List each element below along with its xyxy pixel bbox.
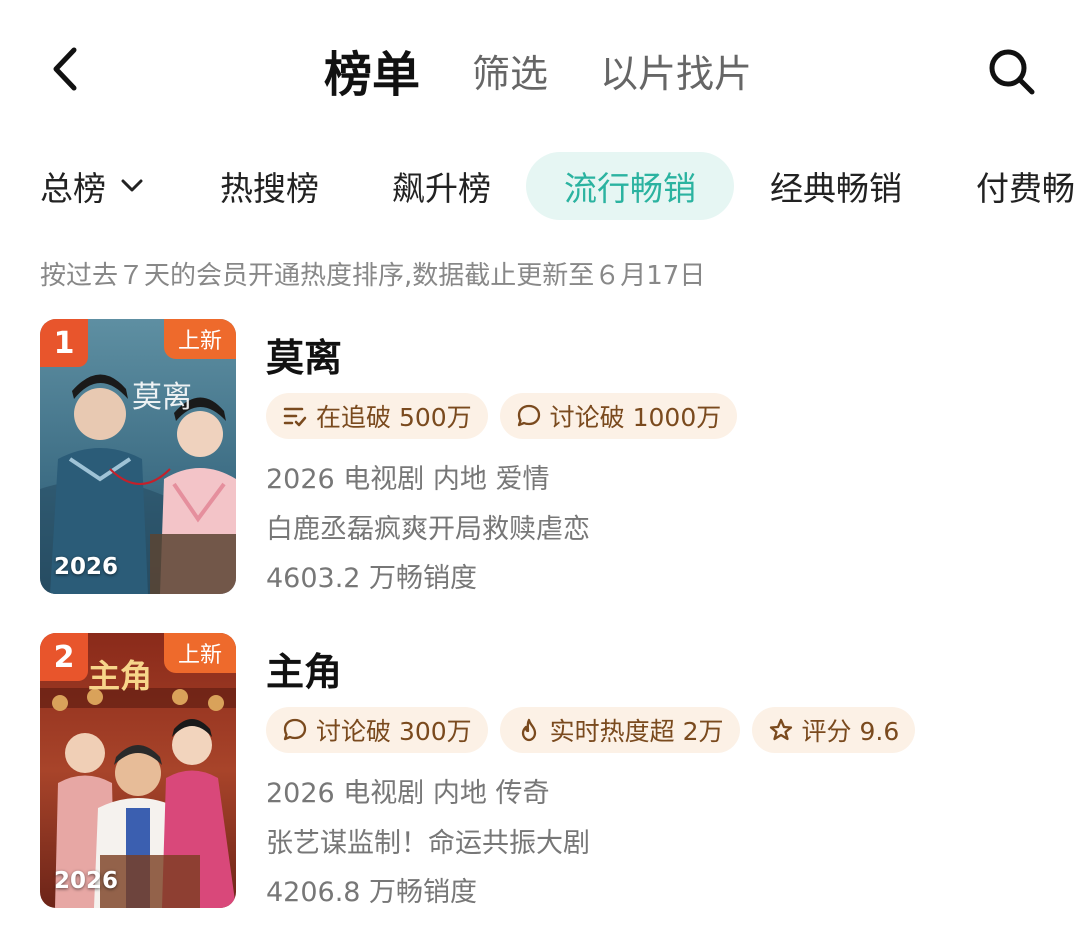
list-check-icon [282, 403, 308, 429]
poster[interactable]: 莫离 1 上新 2026 [40, 319, 236, 594]
rank-badge: 1 [40, 319, 88, 367]
category-popular-selling[interactable]: 流行畅销 [526, 152, 734, 220]
category-all[interactable]: 总榜 [40, 152, 144, 220]
badge-text: 讨论破 300万 [316, 717, 472, 746]
tracking-badge: 在追破 500万 [266, 393, 488, 439]
item-sales: 4603.2 万畅销度 [266, 563, 478, 594]
tab-find-by-film[interactable]: 以片找片 [600, 43, 752, 98]
item-title[interactable]: 莫离 [266, 327, 342, 382]
item-title[interactable]: 主角 [266, 641, 342, 696]
item-meta: 2026 电视剧 内地 爱情 [266, 464, 550, 495]
ranking-note: 按过去７天的会员开通热度排序,数据截止更新至６月17日 [40, 261, 706, 291]
badge-row: 在追破 500万 讨论破 1000万 [266, 393, 738, 439]
star-icon [768, 717, 794, 743]
item-meta: 2026 电视剧 内地 传奇 [266, 778, 550, 809]
category-rising[interactable]: 飙升榜 [392, 152, 491, 220]
discussion-badge: 讨论破 1000万 [499, 393, 738, 439]
poster-title-art: 莫离 [132, 380, 192, 415]
category-bar: 总榜 热搜榜 飙升榜 流行畅销 经典畅销 付费畅 [0, 152, 1080, 222]
tab-filter[interactable]: 筛选 [472, 43, 548, 98]
badge-text: 在追破 500万 [316, 403, 472, 432]
category-label: 总榜 [40, 169, 106, 208]
flame-icon [516, 717, 542, 743]
list-item[interactable]: 主角 2 上新 2026 主角 讨论破 300万 实时热度超 2万 评分 9.6… [0, 633, 1080, 908]
chat-bubble-icon [516, 403, 542, 429]
chevron-left-icon [53, 47, 77, 91]
item-sales: 4206.8 万畅销度 [266, 877, 478, 908]
item-description: 白鹿丞磊疯爽开局救赎虐恋 [266, 514, 590, 545]
item-description: 张艺谋监制！命运共振大剧 [266, 828, 590, 859]
rating-badge: 评分 9.6 [751, 707, 916, 753]
chat-bubble-icon [282, 717, 308, 743]
top-bar: 榜单 筛选 以片找片 [0, 0, 1080, 140]
search-icon [989, 49, 1035, 95]
poster-year: 2026 [54, 554, 119, 580]
new-release-tag: 上新 [163, 319, 236, 359]
badge-text: 实时热度超 2万 [549, 717, 724, 746]
badge-text: 评分 9.6 [801, 717, 900, 746]
category-paid-selling[interactable]: 付费畅 [976, 152, 1075, 220]
poster-title-art: 主角 [88, 657, 152, 695]
header-tabs: 榜单 筛选 以片找片 [324, 40, 804, 103]
badge-text: 讨论破 1000万 [549, 403, 722, 432]
poster[interactable]: 主角 2 上新 2026 [40, 633, 236, 908]
tab-rankings[interactable]: 榜单 [324, 35, 420, 105]
back-button[interactable] [40, 44, 90, 94]
badge-row: 讨论破 300万 实时热度超 2万 评分 9.6 [266, 707, 916, 753]
search-button[interactable] [984, 44, 1040, 100]
category-classic-selling[interactable]: 经典畅销 [770, 152, 902, 220]
heat-badge: 实时热度超 2万 [499, 707, 740, 753]
chevron-down-icon [121, 179, 143, 192]
new-release-tag: 上新 [163, 633, 236, 673]
rank-badge: 2 [40, 633, 88, 681]
discussion-badge: 讨论破 300万 [266, 707, 488, 753]
category-hot-search[interactable]: 热搜榜 [220, 152, 319, 220]
list-item[interactable]: 莫离 1 上新 2026 莫离 在追破 500万 讨论破 1000万 2026 … [0, 319, 1080, 594]
poster-year: 2026 [54, 868, 119, 894]
